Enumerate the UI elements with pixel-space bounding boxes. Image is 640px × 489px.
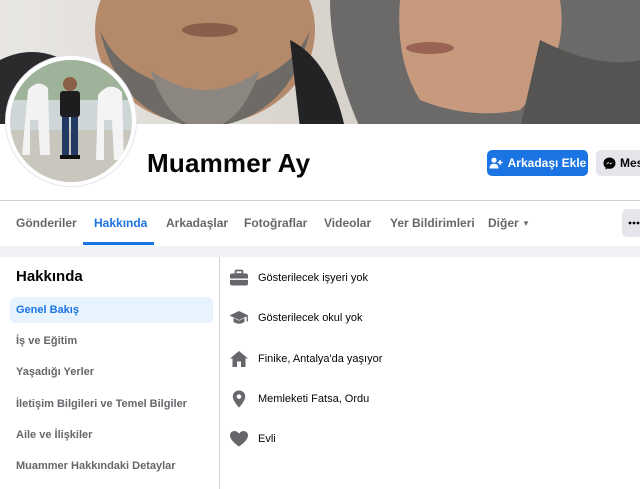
overview-current-city: Finike, Antalya'da yaşıyor xyxy=(229,348,382,370)
home-icon xyxy=(230,351,248,367)
heart-icon xyxy=(230,431,248,447)
sidebar-item-details[interactable]: Muammer Hakkındaki Detaylar xyxy=(10,453,213,479)
overview-school: Gösterilecek okul yok xyxy=(229,307,363,329)
more-options-button[interactable] xyxy=(622,209,640,237)
overview-workplace: Gösterilecek işyeri yok xyxy=(229,267,368,289)
about-title: Hakkında xyxy=(16,268,83,285)
tab-check-ins[interactable]: Yer Bildirimleri xyxy=(390,201,475,245)
tab-friends[interactable]: Arkadaşlar xyxy=(166,201,228,245)
add-friend-button[interactable]: Arkadaşı Ekle xyxy=(487,150,588,176)
tab-more-label: Diğer xyxy=(488,216,519,230)
about-divider xyxy=(219,257,220,489)
chevron-down-icon: ▾ xyxy=(523,217,529,228)
message-label: Mes xyxy=(620,156,640,170)
location-pin-icon xyxy=(232,390,246,408)
add-friend-icon xyxy=(489,157,503,169)
sidebar-item-overview[interactable]: Genel Bakış xyxy=(10,297,213,323)
overview-hometown-text: Memleketi Fatsa, Ordu xyxy=(258,393,370,405)
messenger-icon xyxy=(603,157,616,169)
profile-tabs: Gönderiler Hakkında Arkadaşlar Fotoğrafl… xyxy=(0,201,640,246)
sidebar-item-family-relationships[interactable]: Aile ve İlişkiler xyxy=(10,422,213,448)
tab-posts[interactable]: Gönderiler xyxy=(16,201,77,245)
briefcase-icon xyxy=(230,269,248,286)
more-dots-icon xyxy=(628,221,640,225)
sidebar-item-places-lived[interactable]: Yaşadığı Yerler xyxy=(10,359,213,385)
overview-relationship-text: Evli xyxy=(258,433,276,445)
avatar-photo xyxy=(10,60,132,182)
sidebar-item-contact-basic-info[interactable]: İletişim Bilgileri ve Temel Bilgiler xyxy=(10,391,213,417)
avatar[interactable] xyxy=(6,56,136,186)
add-friend-label: Arkadaşı Ekle xyxy=(507,156,587,170)
overview-workplace-text: Gösterilecek işyeri yok xyxy=(258,272,369,284)
tab-photos[interactable]: Fotoğraflar xyxy=(244,201,307,245)
graduation-cap-icon xyxy=(229,311,249,324)
tab-videos[interactable]: Videolar xyxy=(324,201,371,245)
overview-relationship: Evli xyxy=(229,428,276,450)
overview-current-city-text: Finike, Antalya'da yaşıyor xyxy=(258,353,383,365)
message-button[interactable]: Mes xyxy=(596,150,640,176)
profile-name: Muammer Ay xyxy=(147,148,311,178)
overview-school-text: Gösterilecek okul yok xyxy=(258,312,363,324)
tab-about[interactable]: Hakkında xyxy=(94,201,147,245)
active-tab-indicator xyxy=(83,242,154,245)
sidebar-item-work-education[interactable]: İş ve Eğitim xyxy=(10,328,213,354)
overview-hometown: Memleketi Fatsa, Ordu xyxy=(229,388,369,410)
tab-more[interactable]: Diğer ▾ xyxy=(488,201,528,245)
